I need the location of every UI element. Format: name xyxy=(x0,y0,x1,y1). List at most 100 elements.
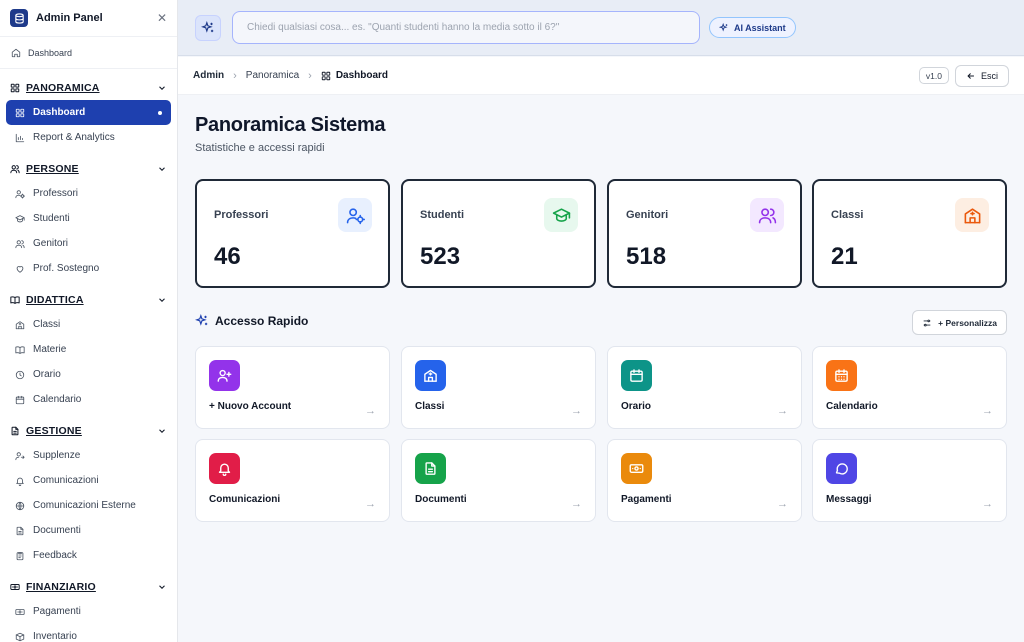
active-dot xyxy=(158,110,162,115)
sidebar-sections: PANORAMICA Dashboard Report & Analytics PER… xyxy=(0,75,177,642)
sidebar-item-dashboard[interactable]: Dashboard xyxy=(6,100,171,125)
calendar-icon xyxy=(630,369,643,382)
quick-card-classi[interactable]: Classi → xyxy=(401,346,596,429)
quick-card-comunicazioni[interactable]: Comunicazioni → xyxy=(195,439,390,522)
chevron-down-icon xyxy=(157,426,167,436)
database-icon xyxy=(10,9,28,27)
stat-icon xyxy=(544,198,578,232)
quick-access-title: Accesso Rapido xyxy=(195,314,308,328)
search-input[interactable] xyxy=(247,22,685,33)
sidebar-item-label: Report & Analytics xyxy=(33,132,115,143)
sidebar-item-professori[interactable]: Professori xyxy=(0,181,177,206)
sidebar-top-link[interactable]: Dashboard xyxy=(0,37,177,69)
quick-card-label: + Nuovo Account xyxy=(209,401,292,412)
ai-assistant-button[interactable]: AI Assistant xyxy=(709,17,796,38)
quick-card-orario[interactable]: Orario → xyxy=(607,346,802,429)
sidebar-item-comunicazioni-esterne[interactable]: Comunicazioni Esterne xyxy=(0,493,177,518)
school-icon xyxy=(424,369,437,382)
file-icon xyxy=(11,426,19,435)
sidebar-item-orario[interactable]: Orario xyxy=(0,362,177,387)
quick-card-pagamenti[interactable]: Pagamenti → xyxy=(607,439,802,522)
breadcrumb-current-label: Dashboard xyxy=(335,70,389,81)
stat-label: Professori xyxy=(214,209,269,221)
sidebar-item-label: Orario xyxy=(33,369,61,380)
box-icon xyxy=(15,632,25,641)
sidebar-section-didattica[interactable]: DIDATTICA xyxy=(0,287,177,312)
users-icon xyxy=(758,207,776,223)
users-icon xyxy=(15,239,25,248)
sidebar-section-panoramica[interactable]: PANORAMICA xyxy=(0,75,177,100)
quick-card-nuovo-account[interactable]: + Nuovo Account → xyxy=(195,346,390,429)
exit-button[interactable]: Esci xyxy=(954,64,1009,87)
exit-label: Esci xyxy=(980,70,998,81)
customize-button[interactable]: + Personalizza xyxy=(912,310,1007,335)
home-icon xyxy=(11,48,21,57)
sidebar-item-report-analytics[interactable]: Report & Analytics xyxy=(0,125,177,150)
chevron-down-icon xyxy=(157,582,167,592)
sparkles-icon xyxy=(195,314,208,326)
clock-icon xyxy=(15,370,25,379)
sidebar-item-supplenze[interactable]: Supplenze xyxy=(0,443,177,468)
arrow-right-icon: → xyxy=(571,405,582,417)
stat-value: 21 xyxy=(831,243,858,270)
sidebar-item-feedback[interactable]: Feedback xyxy=(0,543,177,568)
sidebar-item-documenti[interactable]: Documenti xyxy=(0,518,177,543)
message-icon xyxy=(835,463,848,475)
sidebar-item-inventario[interactable]: Inventario xyxy=(0,624,177,642)
arrow-right-icon: → xyxy=(365,498,376,510)
arrow-right-icon: → xyxy=(982,498,993,510)
sidebar-section-persone[interactable]: PERSONE xyxy=(0,156,177,181)
quick-card-label: Documenti xyxy=(415,494,467,505)
quick-card-icon xyxy=(826,453,857,484)
banknote-icon xyxy=(15,608,25,615)
book-icon xyxy=(10,295,20,304)
quick-card-icon xyxy=(621,453,652,484)
quick-card-calendario[interactable]: Calendario → xyxy=(812,346,1007,429)
stat-icon xyxy=(750,198,784,232)
sidebar-item-label: Documenti xyxy=(33,525,81,536)
school-icon xyxy=(15,320,25,329)
sidebar-section-label: GESTIONE xyxy=(26,424,82,437)
sidebar-item-pagamenti[interactable]: Pagamenti xyxy=(0,599,177,624)
quick-card-messaggi[interactable]: Messaggi → xyxy=(812,439,1007,522)
breadcrumb-item[interactable]: Panoramica xyxy=(246,70,299,81)
banknote-icon xyxy=(10,583,20,590)
arrow-right-icon: → xyxy=(777,498,788,510)
sidebar-item-label: Pagamenti xyxy=(33,606,81,617)
sparkles-button[interactable] xyxy=(195,14,221,41)
sidebar-item-label: Studenti xyxy=(33,213,70,224)
close-icon[interactable]: ✕ xyxy=(157,11,167,25)
user-cog-icon xyxy=(15,189,25,199)
chevron-down-icon xyxy=(157,295,167,305)
quick-card-label: Orario xyxy=(621,401,652,412)
grid-icon xyxy=(10,83,20,92)
sidebar-section-gestione[interactable]: GESTIONE xyxy=(0,418,177,443)
sparkles-icon xyxy=(201,20,214,33)
stat-card-studenti: Studenti 523 xyxy=(401,179,596,288)
clipboard-icon xyxy=(16,551,24,560)
book-icon xyxy=(15,345,25,354)
sidebar-item-studenti[interactable]: Studenti xyxy=(0,206,177,231)
sidebar-item-label: Comunicazioni Esterne xyxy=(33,500,136,511)
sparkles-icon xyxy=(719,22,728,31)
bell-icon xyxy=(16,477,24,486)
stat-card-genitori: Genitori 518 xyxy=(607,179,802,288)
quick-card-label: Messaggi xyxy=(826,494,872,505)
sidebar-item-label: Classi xyxy=(33,319,61,330)
sidebar-item-materie[interactable]: Materie xyxy=(0,337,177,362)
page-subtitle: Statistiche e accessi rapidi xyxy=(195,142,325,154)
sidebar-item-prof-sostegno[interactable]: Prof. Sostegno xyxy=(0,256,177,281)
breadcrumb: Admin › Panoramica › Dashboard v1.0 Esci xyxy=(178,57,1024,95)
sidebar-item-calendario[interactable]: Calendario xyxy=(0,387,177,412)
search-box[interactable] xyxy=(232,11,700,44)
breadcrumb-item[interactable]: Admin xyxy=(193,70,224,81)
sidebar-item-genitori[interactable]: Genitori xyxy=(0,231,177,256)
quick-card-label: Classi xyxy=(415,401,445,412)
sidebar-section-finanziario[interactable]: FINANZIARIO xyxy=(0,574,177,599)
graduation-cap-icon xyxy=(552,207,570,222)
quick-card-documenti[interactable]: Documenti → xyxy=(401,439,596,522)
sidebar-item-comunicazioni[interactable]: Comunicazioni xyxy=(0,468,177,493)
chart-icon xyxy=(15,133,25,142)
sidebar-item-classi[interactable]: Classi xyxy=(0,312,177,337)
school-icon xyxy=(964,207,980,223)
